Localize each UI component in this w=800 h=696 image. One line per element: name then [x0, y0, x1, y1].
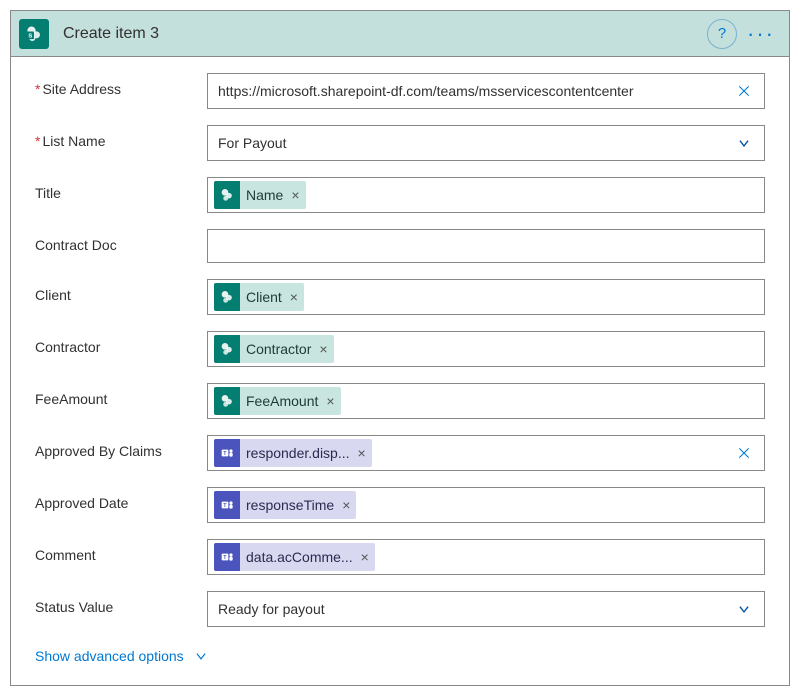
site-address-value: https://microsoft.sharepoint-df.com/team… — [214, 79, 726, 103]
label-approved-by: Approved By Claims — [35, 435, 207, 459]
sharepoint-icon — [214, 387, 240, 415]
teams-icon: T — [214, 491, 240, 519]
label-contract-doc: Contract Doc — [35, 229, 207, 253]
more-icon[interactable]: ··· — [743, 19, 779, 49]
card-title: Create item 3 — [63, 25, 707, 43]
label-approved-date: Approved Date — [35, 487, 207, 511]
remove-token-icon[interactable]: × — [290, 289, 298, 305]
advanced-label: Show advanced options — [35, 648, 184, 664]
label-title: Title — [35, 177, 207, 201]
token-label: Name — [246, 187, 283, 203]
token-label: Contractor — [246, 341, 311, 357]
label-contractor: Contractor — [35, 331, 207, 355]
help-icon[interactable]: ? — [707, 19, 737, 49]
sharepoint-icon: S — [19, 19, 49, 49]
clear-icon[interactable] — [730, 439, 758, 467]
card-body: Site Address https://microsoft.sharepoin… — [11, 57, 789, 685]
feeamount-input[interactable]: FeeAmount × — [207, 383, 765, 419]
remove-token-icon[interactable]: × — [342, 497, 350, 513]
token-responder[interactable]: T responder.disp... × — [214, 439, 372, 467]
status-value-value: Ready for payout — [214, 597, 726, 621]
list-name-value: For Payout — [214, 131, 726, 155]
list-name-select[interactable]: For Payout — [207, 125, 765, 161]
label-client: Client — [35, 279, 207, 303]
teams-icon: T — [214, 543, 240, 571]
label-status-value: Status Value — [35, 591, 207, 615]
token-feeamount[interactable]: FeeAmount × — [214, 387, 341, 415]
token-accomment[interactable]: T data.acComme... × — [214, 543, 375, 571]
svg-text:S: S — [28, 33, 32, 39]
chevron-down-icon[interactable] — [730, 129, 758, 157]
title-input[interactable]: Name × — [207, 177, 765, 213]
remove-token-icon[interactable]: × — [291, 187, 299, 203]
clear-icon[interactable] — [730, 77, 758, 105]
token-name[interactable]: Name × — [214, 181, 306, 209]
token-label: responseTime — [246, 497, 334, 513]
token-client[interactable]: Client × — [214, 283, 304, 311]
approved-date-input[interactable]: T responseTime × — [207, 487, 765, 523]
card-header[interactable]: S Create item 3 ? ··· — [11, 11, 789, 57]
token-contractor[interactable]: Contractor × — [214, 335, 334, 363]
label-list-name: List Name — [35, 125, 207, 149]
token-label: Client — [246, 289, 282, 305]
show-advanced-options-link[interactable]: Show advanced options — [35, 643, 210, 665]
token-responsetime[interactable]: T responseTime × — [214, 491, 356, 519]
remove-token-icon[interactable]: × — [326, 393, 334, 409]
token-label: responder.disp... — [246, 445, 350, 461]
sharepoint-icon — [214, 283, 240, 311]
site-address-input[interactable]: https://microsoft.sharepoint-df.com/team… — [207, 73, 765, 109]
label-site-address: Site Address — [35, 73, 207, 97]
chevron-down-icon[interactable] — [730, 595, 758, 623]
status-value-select[interactable]: Ready for payout — [207, 591, 765, 627]
label-comment: Comment — [35, 539, 207, 563]
token-label: FeeAmount — [246, 393, 318, 409]
teams-icon: T — [214, 439, 240, 467]
client-input[interactable]: Client × — [207, 279, 765, 315]
contract-doc-input[interactable] — [207, 229, 765, 263]
approved-by-input[interactable]: T responder.disp... × — [207, 435, 765, 471]
remove-token-icon[interactable]: × — [319, 341, 327, 357]
comment-input[interactable]: T data.acComme... × — [207, 539, 765, 575]
remove-token-icon[interactable]: × — [361, 549, 369, 565]
contractor-input[interactable]: Contractor × — [207, 331, 765, 367]
sharepoint-icon — [214, 181, 240, 209]
contract-doc-value — [214, 242, 758, 250]
label-feeamount: FeeAmount — [35, 383, 207, 407]
chevron-down-icon — [192, 647, 210, 665]
action-card: S Create item 3 ? ··· Site Address https… — [10, 10, 790, 686]
token-label: data.acComme... — [246, 549, 353, 565]
sharepoint-icon — [214, 335, 240, 363]
remove-token-icon[interactable]: × — [358, 445, 366, 461]
